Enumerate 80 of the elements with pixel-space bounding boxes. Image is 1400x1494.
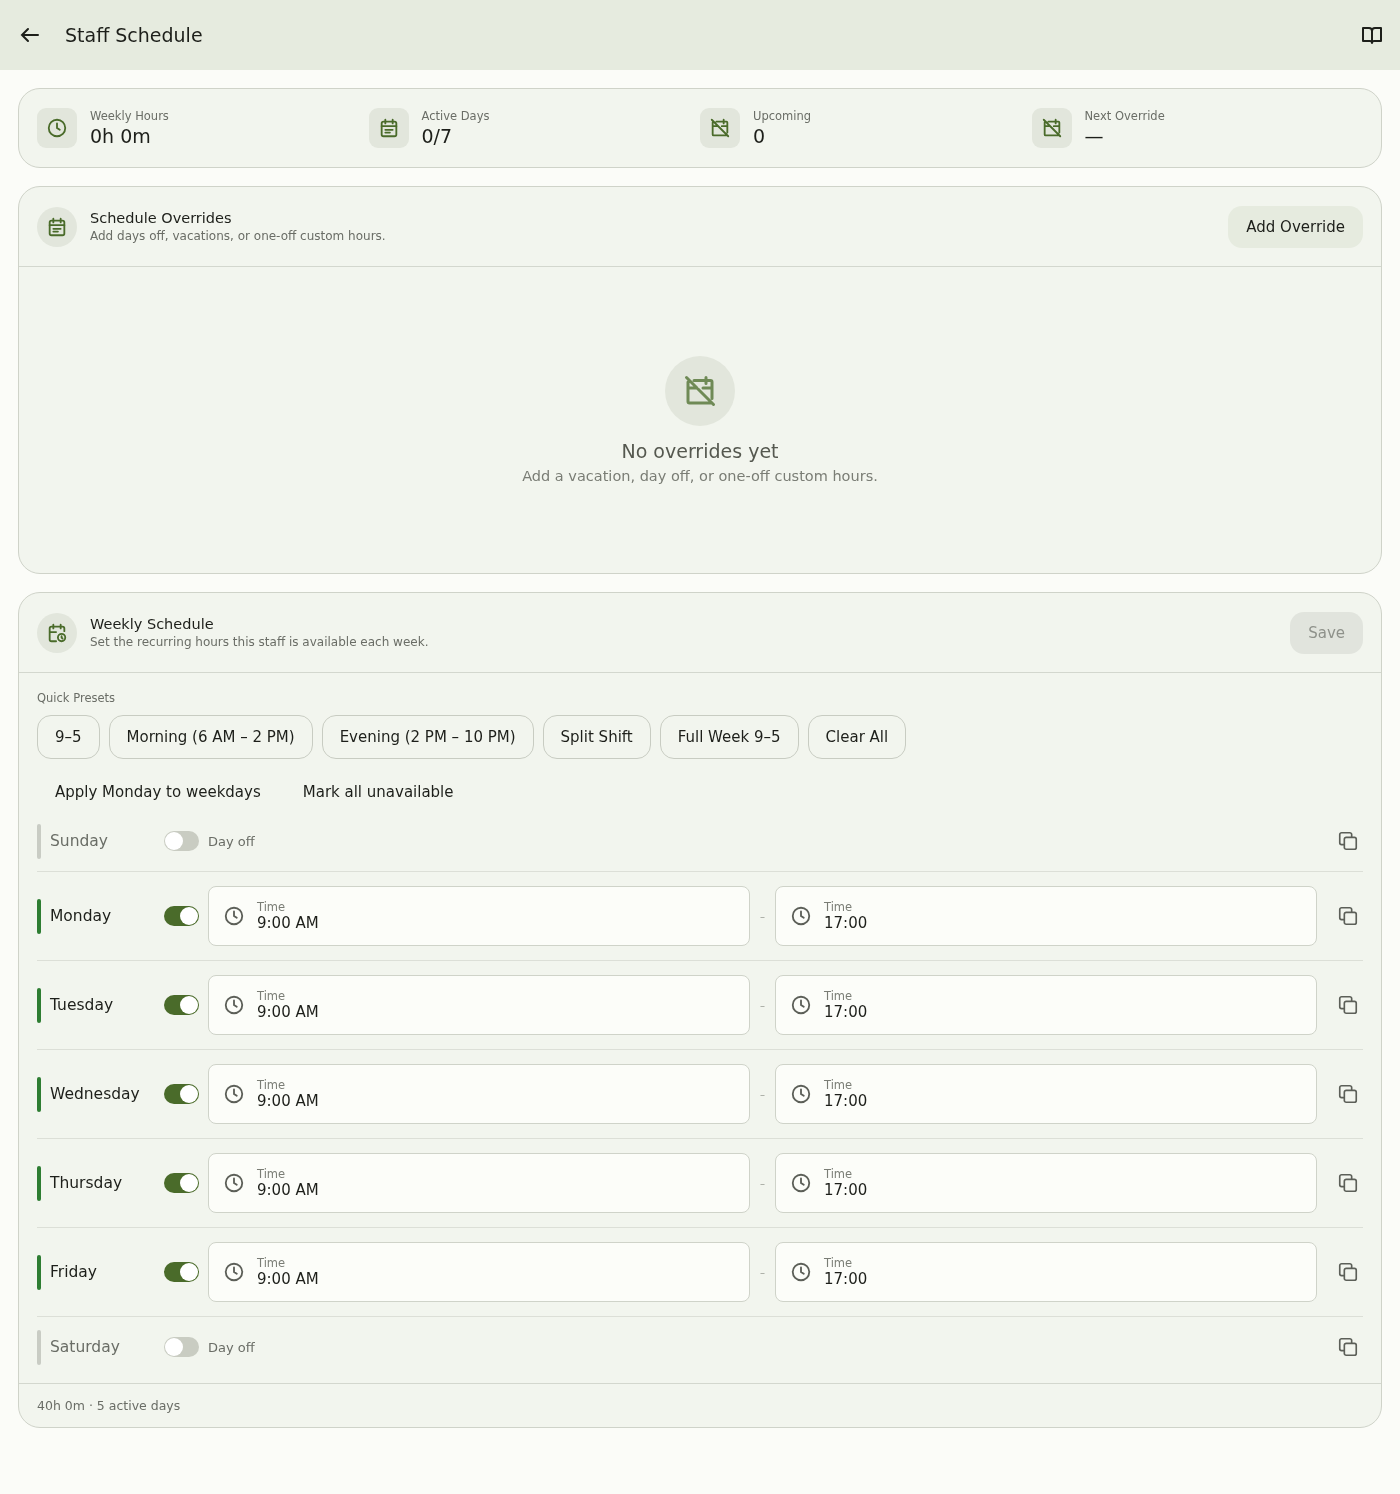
empty-text: Add a vacation, day off, or one-off custom hours. — [522, 468, 878, 484]
clock-icon — [223, 994, 245, 1016]
toggle-switch[interactable] — [164, 831, 199, 851]
time-field[interactable]: Time 9:00 AM — [208, 1242, 750, 1302]
day-name: Saturday — [50, 1338, 121, 1356]
toggle-switch[interactable] — [164, 1262, 199, 1282]
range-separator: – — [759, 910, 766, 922]
range-separator: – — [759, 999, 766, 1011]
preset-chip[interactable]: Full Week 9–5 — [659, 715, 799, 759]
section-subtitle: Set the recurring hours this staff is available each week. — [90, 635, 430, 649]
clock-icon — [223, 1261, 245, 1283]
calendar-off-icon — [682, 373, 718, 409]
time-field[interactable]: Time 9:00 AM — [208, 975, 750, 1035]
day-name: Friday — [50, 1263, 98, 1281]
time-field[interactable]: Time 9:00 AM — [208, 1064, 750, 1124]
day-name: Monday — [50, 907, 113, 925]
clock-icon — [46, 117, 68, 139]
preset-chip[interactable]: 9–5 — [37, 715, 100, 759]
stat-value: 0h 0m — [90, 125, 152, 147]
copy-icon — [1337, 1172, 1359, 1194]
calendar-off-icon — [709, 117, 731, 139]
day-off-label: Day off — [208, 833, 255, 849]
clock-icon — [790, 1261, 812, 1283]
stat-label: Weekly Hours — [90, 109, 169, 123]
section-subtitle: Add days off, vacations, or one-off custom hours. — [90, 229, 387, 243]
preset-chip[interactable]: Evening (2 PM – 10 PM) — [321, 715, 534, 759]
clock-icon — [790, 1083, 812, 1105]
day-off-label: Day off — [208, 1339, 255, 1355]
clock-icon — [223, 1083, 245, 1105]
time-field[interactable]: Time 17:00 — [775, 886, 1317, 946]
stat-value: — — [1084, 125, 1105, 147]
toggle-switch[interactable] — [164, 1084, 199, 1104]
copy-icon — [1337, 1261, 1359, 1283]
copy-icon — [1337, 1083, 1359, 1105]
range-separator: – — [759, 1088, 766, 1100]
calendar-clock-icon — [46, 621, 68, 644]
stat-label: Active Days — [421, 109, 490, 123]
preset-chip[interactable]: Clear All — [807, 715, 907, 759]
calendar-off-icon — [1040, 117, 1063, 139]
copy-icon — [1337, 830, 1359, 852]
copy-icon — [1337, 905, 1359, 927]
toggle-switch[interactable] — [164, 995, 199, 1015]
range-separator: – — [759, 1266, 766, 1278]
toggle-switch[interactable] — [164, 906, 199, 926]
section-title: Weekly Schedule — [90, 616, 215, 632]
clock-icon — [790, 905, 812, 927]
clock-icon — [790, 1172, 812, 1194]
text-button[interactable]: Apply Monday to weekdays — [37, 773, 279, 811]
time-field[interactable]: Time 17:00 — [775, 1242, 1317, 1302]
stat-value: 0/7 — [421, 125, 454, 147]
page-title: Staff Schedule — [65, 24, 203, 46]
toggle-switch[interactable] — [164, 1173, 199, 1193]
day-name: Sunday — [50, 832, 109, 850]
clock-icon — [223, 1172, 245, 1194]
range-separator: – — [759, 1177, 766, 1189]
stat-label: Upcoming — [753, 109, 812, 123]
stat-label: Next Override — [1084, 109, 1165, 123]
clock-icon — [223, 905, 245, 927]
time-field[interactable]: Time 17:00 — [775, 975, 1317, 1035]
empty-title: No overrides yet — [621, 440, 779, 462]
clock-icon — [790, 994, 812, 1016]
time-field[interactable]: Time 17:00 — [775, 1064, 1317, 1124]
toggle-switch[interactable] — [164, 1337, 199, 1357]
presets-label: Quick Presets — [37, 691, 117, 705]
text-button[interactable]: Mark all unavailable — [284, 773, 472, 811]
section-title: Schedule Overrides — [90, 210, 233, 226]
day-name: Tuesday — [50, 996, 115, 1014]
time-field[interactable]: Time 9:00 AM — [208, 1153, 750, 1213]
schedule-summary: 40h 0m · 5 active days — [37, 1398, 181, 1413]
time-field[interactable]: Time 17:00 — [775, 1153, 1317, 1213]
copy-icon — [1337, 994, 1359, 1016]
day-name: Thursday — [50, 1174, 124, 1192]
preset-chip[interactable]: Split Shift — [542, 715, 651, 759]
stat-value: 0 — [753, 125, 767, 147]
day-name: Wednesday — [50, 1085, 141, 1103]
copy-icon — [1337, 1336, 1359, 1358]
time-field[interactable]: Time 9:00 AM — [208, 886, 750, 946]
add-override-button[interactable]: Add Override — [1228, 205, 1363, 248]
calendar-icon — [46, 215, 68, 238]
preset-chip[interactable]: Morning (6 AM – 2 PM) — [108, 715, 313, 759]
